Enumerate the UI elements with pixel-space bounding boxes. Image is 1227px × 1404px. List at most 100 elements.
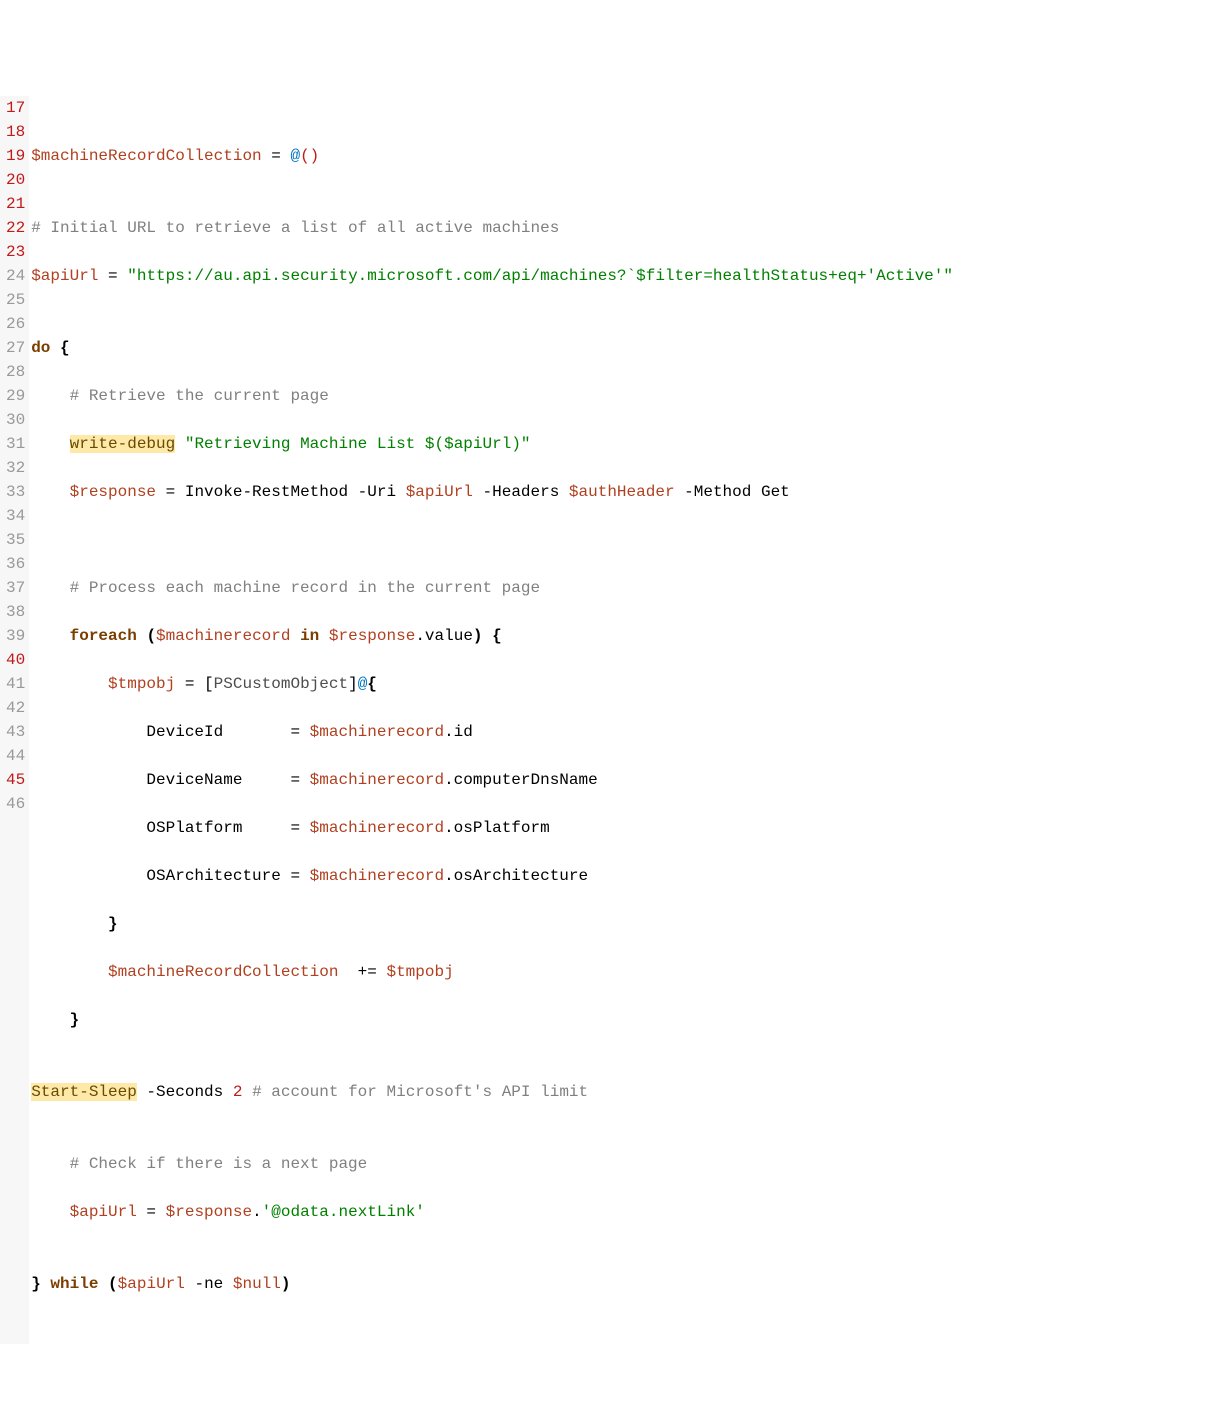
dot: . (252, 1203, 262, 1221)
line-number: 17 (6, 96, 25, 120)
code-line: $machineRecordCollection = @() (31, 144, 953, 168)
operator: = (175, 675, 204, 693)
comment: # Retrieve the current page (31, 387, 329, 405)
variable: $response (329, 627, 415, 645)
variable: $machinerecord (310, 723, 444, 741)
code-line: } (31, 1008, 953, 1032)
code-line: } (31, 912, 953, 936)
line-number: 38 (6, 600, 25, 624)
line-number: 22 (6, 216, 25, 240)
variable: $machinerecord (310, 867, 444, 885)
code-line: write-debug "Retrieving Machine List $($… (31, 432, 953, 456)
paren-close: ) (310, 147, 320, 165)
line-number: 28 (6, 360, 25, 384)
code-line: $machineRecordCollection += $tmpobj (31, 960, 953, 984)
comment: # Process each machine record in the cur… (31, 579, 540, 597)
code-line: } while ($apiUrl -ne $null) (31, 1272, 953, 1296)
code-line: DeviceName = $machinerecord.computerDnsN… (31, 768, 953, 792)
at-sign: @ (358, 675, 368, 693)
comment: # account for Microsoft's API limit (252, 1083, 588, 1101)
code-line: foreach ($machinerecord in $response.val… (31, 624, 953, 648)
cmdlet-write-debug: write-debug (70, 435, 176, 453)
cmdlet-start-sleep: Start-Sleep (31, 1083, 137, 1101)
parameter: -Seconds (137, 1083, 233, 1101)
operator: = (262, 147, 291, 165)
variable: $apiUrl (70, 1203, 137, 1221)
bracket: ] (348, 675, 358, 693)
property: .value (415, 627, 473, 645)
line-number: 33 (6, 480, 25, 504)
property: .id (444, 723, 473, 741)
variable: $apiUrl (118, 1275, 185, 1293)
property: .osArchitecture (444, 867, 588, 885)
parameter: -Uri (348, 483, 406, 501)
variable: $response (70, 483, 156, 501)
line-number: 26 (6, 312, 25, 336)
line-number: 19 (6, 144, 25, 168)
property: .osPlatform (444, 819, 550, 837)
number: 2 (233, 1083, 243, 1101)
parameter: -Method Get (675, 483, 790, 501)
cmdlet: Invoke-RestMethod (185, 483, 348, 501)
operator: += (338, 963, 386, 981)
code-line: $tmpobj = [PSCustomObject]@{ (31, 672, 953, 696)
bracket: [ (204, 675, 214, 693)
variable: $machinerecord (156, 627, 290, 645)
line-number: 24 (6, 264, 25, 288)
line-number: 23 (6, 240, 25, 264)
hash-key: OSArchitecture = (146, 867, 309, 885)
line-number: 21 (6, 192, 25, 216)
hash-key: DeviceId = (146, 723, 309, 741)
brace-open: { (60, 339, 70, 357)
code-line: # Retrieve the current page (31, 384, 953, 408)
string: "Retrieving Machine List $($apiUrl)" (185, 435, 531, 453)
operator: = (137, 1203, 166, 1221)
line-number: 45 (6, 768, 25, 792)
variable: $apiUrl (31, 267, 98, 285)
code-line: OSArchitecture = $machinerecord.osArchit… (31, 864, 953, 888)
comment: # Check if there is a next page (31, 1155, 367, 1173)
line-number: 43 (6, 720, 25, 744)
line-number: 32 (6, 456, 25, 480)
code-line: do { (31, 336, 953, 360)
line-number: 40 (6, 648, 25, 672)
code-line: DeviceId = $machinerecord.id (31, 720, 953, 744)
keyword-in: in (300, 627, 319, 645)
operator: = (156, 483, 185, 501)
variable: $machinerecord (310, 771, 444, 789)
paren-open: ( (300, 147, 310, 165)
hash-key: DeviceName = (146, 771, 309, 789)
line-number: 35 (6, 528, 25, 552)
line-number: 46 (6, 792, 25, 816)
brace-close: } (108, 915, 118, 933)
line-number: 36 (6, 552, 25, 576)
code-line: $apiUrl = $response.'@odata.nextLink' (31, 1200, 953, 1224)
variable: $tmpobj (108, 675, 175, 693)
code-area[interactable]: $machineRecordCollection = @() # Initial… (29, 96, 953, 1344)
code-line: Start-Sleep -Seconds 2 # account for Mic… (31, 1080, 953, 1104)
line-number: 31 (6, 432, 25, 456)
line-number: 42 (6, 696, 25, 720)
keyword-do: do (31, 339, 50, 357)
variable: $tmpobj (386, 963, 453, 981)
code-line: # Check if there is a next page (31, 1152, 953, 1176)
line-number: 29 (6, 384, 25, 408)
line-number: 41 (6, 672, 25, 696)
line-number: 18 (6, 120, 25, 144)
operator: = (98, 267, 127, 285)
line-number: 39 (6, 624, 25, 648)
code-line: $response = Invoke-RestMethod -Uri $apiU… (31, 480, 953, 504)
code-line: OSPlatform = $machinerecord.osPlatform (31, 816, 953, 840)
parameter: -Headers (473, 483, 569, 501)
string: "https://au.api.security.microsoft.com/a… (127, 267, 953, 285)
code-line: $apiUrl = "https://au.api.security.micro… (31, 264, 953, 288)
line-number: 27 (6, 336, 25, 360)
line-number: 34 (6, 504, 25, 528)
code-line: # Initial URL to retrieve a list of all … (31, 216, 953, 240)
at-sign: @ (290, 147, 300, 165)
brace-close: } (70, 1011, 80, 1029)
variable: $machineRecordCollection (31, 147, 261, 165)
code-editor: 1718192021222324252627282930313233343536… (0, 96, 1227, 1344)
type-name: PSCustomObject (214, 675, 348, 693)
variable: $apiUrl (406, 483, 473, 501)
